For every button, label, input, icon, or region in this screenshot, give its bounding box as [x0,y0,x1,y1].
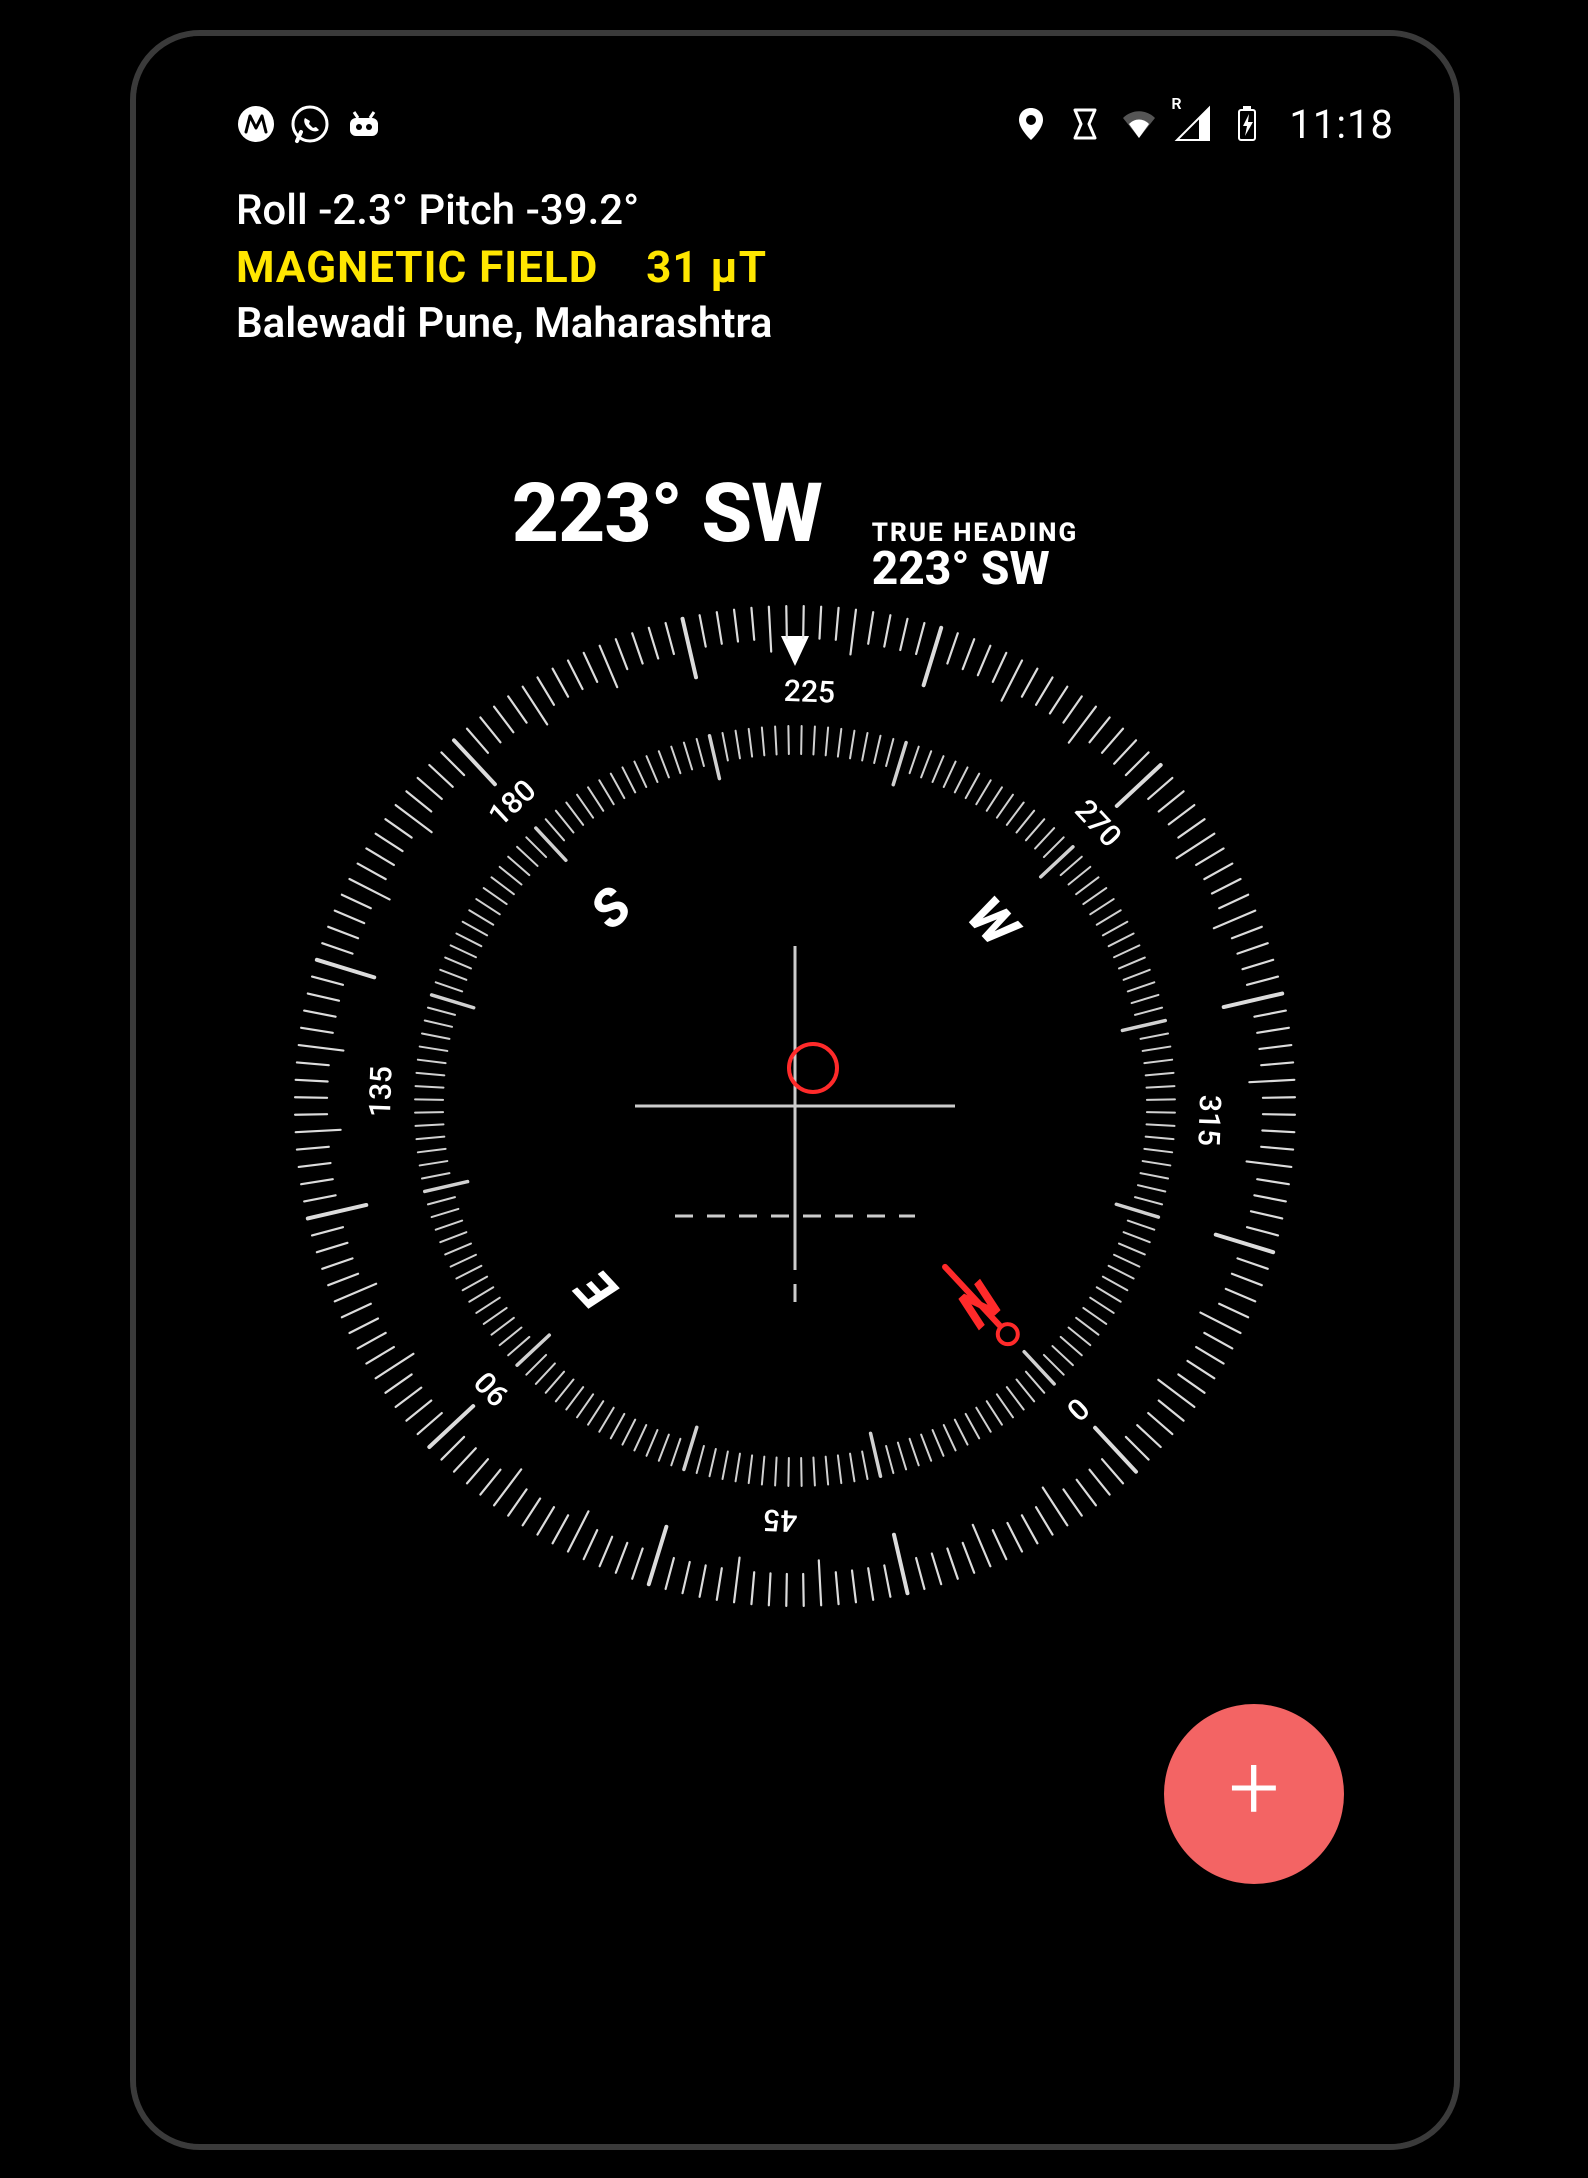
roaming-indicator: R [1171,94,1181,113]
status-bar: R 11:18 [236,96,1394,152]
roll-pitch-line: Roll -2.3° Pitch -39.2° [236,186,772,235]
pitch-label: Pitch [418,186,515,235]
location-icon [1011,104,1051,144]
compass-dial[interactable]: 04590135180225270315NESW [265,576,1325,1636]
svg-text:225: 225 [783,674,835,711]
svg-text:315: 315 [1190,1094,1227,1146]
whatsapp-icon [290,104,330,144]
heading-readout: 223° SW TRUE HEADING 223° SW [136,466,1454,592]
magnetic-value: 31 μT [646,241,767,293]
roll-value: -2.3° [318,186,408,235]
heading-main: 223° SW [512,466,822,562]
clock: 11:18 [1289,101,1394,148]
roll-label: Roll [236,186,308,235]
svg-text:W: W [955,885,1032,961]
device-frame: R 11:18 Roll -2.3° Pitch -39.2° [130,30,1460,2150]
svg-text:S: S [579,875,644,941]
svg-text:0: 0 [1059,1390,1095,1427]
plus-icon: + [1229,1743,1280,1833]
heading-main-dir: SW [701,466,821,562]
magnetic-field-line: MAGNETIC FIELD 31 μT [236,241,772,293]
heading-main-value: 223° [512,466,682,562]
dnd-icon [1065,104,1105,144]
svg-text:135: 135 [363,1065,400,1117]
magnetic-label: MAGNETIC FIELD [236,241,598,293]
robot-icon [344,104,384,144]
svg-text:45: 45 [763,1502,798,1538]
app-screen: R 11:18 Roll -2.3° Pitch -39.2° [136,36,1454,2144]
location-line: Balewadi Pune, Maharashtra [236,299,772,348]
svg-text:90: 90 [468,1364,517,1413]
sensor-readout: Roll -2.3° Pitch -39.2° MAGNETIC FIELD 3… [236,186,772,348]
wifi-icon [1119,104,1159,144]
battery-charging-icon [1227,104,1267,144]
add-button[interactable]: + [1164,1704,1344,1884]
app-m-icon [236,104,276,144]
cell-signal-icon: R [1173,104,1213,144]
svg-text:E: E [563,1256,629,1321]
pitch-value: -39.2° [526,186,640,235]
